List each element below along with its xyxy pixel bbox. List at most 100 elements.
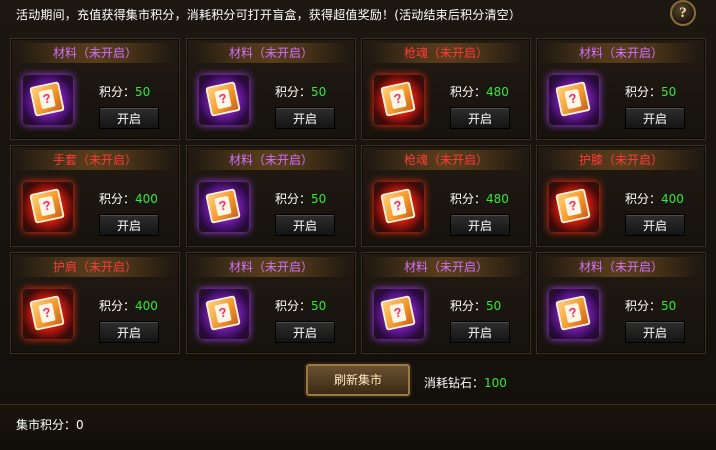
help-icon[interactable]: ? <box>670 0 696 26</box>
card-title: 手套（未开启） <box>17 150 173 170</box>
open-box-button[interactable]: 开启 <box>99 321 159 343</box>
card-score: 积分：50 <box>275 297 326 314</box>
question-cube-icon: ? <box>380 295 416 331</box>
event-notice: 活动期间，充值获得集市积分，消耗积分可打开盲盒，获得超值奖励！(活动结束后积分清… <box>16 8 522 22</box>
question-cube-icon: ? <box>380 81 416 117</box>
score-label: 积分： <box>450 299 487 313</box>
question-cube-icon: ? <box>555 81 591 117</box>
card-title: 材料（未开启） <box>193 257 349 277</box>
card-score: 积分：480 <box>450 83 509 100</box>
question-cube-icon: ? <box>205 188 241 224</box>
score-value: 50 <box>311 192 327 206</box>
card-title: 枪魂（未开启） <box>368 43 524 63</box>
score-label: 积分： <box>450 85 487 99</box>
mystery-box-icon: ? <box>23 75 73 125</box>
open-box-button[interactable]: 开启 <box>450 214 510 236</box>
score-value: 50 <box>486 299 502 313</box>
open-box-button[interactable]: 开启 <box>275 321 335 343</box>
open-box-button[interactable]: 开启 <box>275 107 335 129</box>
card-title: 材料（未开启） <box>543 257 699 277</box>
score-label: 积分： <box>625 192 662 206</box>
blind-box-card: 材料（未开启）? 积分：50 开启 <box>186 252 356 354</box>
refresh-cost: 消耗钻石：100 <box>424 374 507 391</box>
mystery-box-icon: ? <box>374 182 424 232</box>
card-score: 积分：50 <box>450 297 501 314</box>
market-points-label: 集市积分： <box>16 418 77 432</box>
score-value: 50 <box>661 85 677 99</box>
card-title: 材料（未开启） <box>17 43 173 63</box>
score-value: 480 <box>486 192 509 206</box>
market-points-value: 0 <box>76 418 84 432</box>
market-points: 集市积分：0 <box>16 416 84 433</box>
mystery-box-icon: ? <box>549 182 599 232</box>
open-box-button[interactable]: 开启 <box>625 107 685 129</box>
score-label: 积分： <box>99 299 136 313</box>
open-box-button[interactable]: 开启 <box>625 214 685 236</box>
blind-box-card: 材料（未开启）? 积分：50 开启 <box>536 38 706 140</box>
card-title: 材料（未开启） <box>543 43 699 63</box>
blind-box-card: 材料（未开启）? 积分：50 开启 <box>536 252 706 354</box>
mystery-box-icon: ? <box>23 289 73 339</box>
card-title: 护膝（未开启） <box>543 150 699 170</box>
blind-box-card: 护膝（未开启）? 积分：400 开启 <box>536 145 706 247</box>
question-cube-icon: ? <box>555 295 591 331</box>
blind-box-card: 材料（未开启）? 积分：50 开启 <box>361 252 531 354</box>
card-score: 积分：50 <box>275 190 326 207</box>
score-label: 积分： <box>625 85 662 99</box>
score-label: 积分： <box>275 85 312 99</box>
score-value: 50 <box>311 299 327 313</box>
blind-box-card: 枪魂（未开启）? 积分：480 开启 <box>361 38 531 140</box>
score-value: 400 <box>135 192 158 206</box>
blind-box-card: 枪魂（未开启）? 积分：480 开启 <box>361 145 531 247</box>
card-title: 枪魂（未开启） <box>368 150 524 170</box>
question-cube-icon: ? <box>205 295 241 331</box>
score-label: 积分： <box>625 299 662 313</box>
card-score: 积分：50 <box>99 83 150 100</box>
blind-box-card: 材料（未开启）? 积分：50 开启 <box>186 38 356 140</box>
mystery-box-icon: ? <box>374 289 424 339</box>
blind-box-card: 护肩（未开启）? 积分：400 开启 <box>10 252 180 354</box>
open-box-button[interactable]: 开启 <box>625 321 685 343</box>
score-value: 400 <box>135 299 158 313</box>
card-title: 材料（未开启） <box>368 257 524 277</box>
mystery-box-icon: ? <box>199 75 249 125</box>
score-label: 积分： <box>99 85 136 99</box>
mystery-box-icon: ? <box>549 289 599 339</box>
mystery-box-icon: ? <box>549 75 599 125</box>
question-cube-icon: ? <box>205 81 241 117</box>
score-label: 积分： <box>275 299 312 313</box>
score-value: 50 <box>135 85 151 99</box>
question-cube-icon: ? <box>29 81 65 117</box>
blind-box-card: 材料（未开启）? 积分：50 开启 <box>10 38 180 140</box>
score-value: 480 <box>486 85 509 99</box>
card-title: 护肩（未开启） <box>17 257 173 277</box>
card-score: 积分：400 <box>99 190 158 207</box>
mystery-box-icon: ? <box>199 182 249 232</box>
cost-label: 消耗钻石： <box>424 376 485 390</box>
mystery-box-icon: ? <box>199 289 249 339</box>
card-score: 积分：400 <box>625 190 684 207</box>
open-box-button[interactable]: 开启 <box>99 214 159 236</box>
card-title: 材料（未开启） <box>193 150 349 170</box>
score-label: 积分： <box>450 192 487 206</box>
question-cube-icon: ? <box>29 188 65 224</box>
open-box-button[interactable]: 开启 <box>450 107 510 129</box>
footer-bar <box>0 404 716 445</box>
open-box-button[interactable]: 开启 <box>99 107 159 129</box>
mystery-box-icon: ? <box>23 182 73 232</box>
open-box-button[interactable]: 开启 <box>275 214 335 236</box>
cost-value: 100 <box>484 376 507 390</box>
score-value: 50 <box>661 299 677 313</box>
score-value: 50 <box>311 85 327 99</box>
mystery-box-icon: ? <box>374 75 424 125</box>
card-score: 积分：50 <box>625 83 676 100</box>
question-cube-icon: ? <box>555 188 591 224</box>
score-label: 积分： <box>275 192 312 206</box>
question-cube-icon: ? <box>29 295 65 331</box>
card-score: 积分：400 <box>99 297 158 314</box>
blind-box-card: 手套（未开启）? 积分：400 开启 <box>10 145 180 247</box>
card-score: 积分：50 <box>275 83 326 100</box>
open-box-button[interactable]: 开启 <box>450 321 510 343</box>
card-score: 积分：480 <box>450 190 509 207</box>
refresh-market-button[interactable]: 刷新集市 <box>306 364 410 396</box>
